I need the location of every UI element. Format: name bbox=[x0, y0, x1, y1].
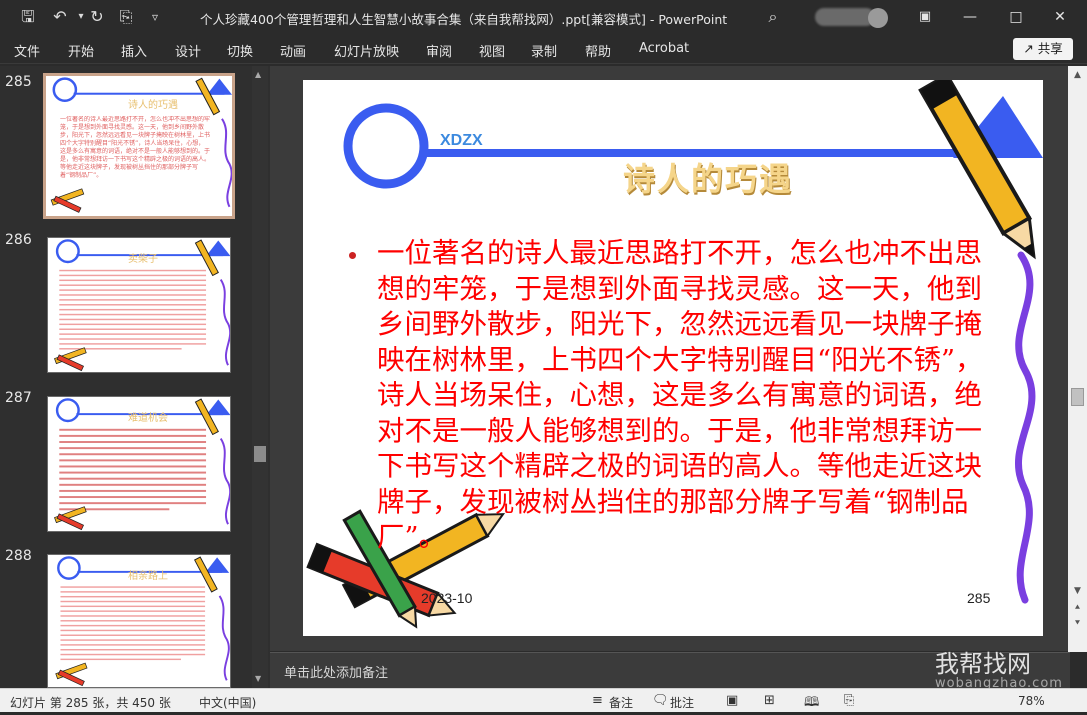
share-icon: ↗ bbox=[1023, 41, 1038, 56]
present-icon[interactable]: ⎘ bbox=[116, 7, 136, 27]
current-slide[interactable]: XDZX 诗人的巧遇 一位著名的诗人最近思路打不开，怎么也冲不出思想的牢笼，于是… bbox=[303, 80, 1043, 636]
thumb-slide-286[interactable]: 卖柴子 bbox=[47, 237, 231, 373]
slide-body-text[interactable]: 一位著名的诗人最近思路打不开，怎么也冲不出思想的牢笼，于是想到外面寻找灵感。这一… bbox=[377, 236, 992, 556]
scroll-thumb[interactable] bbox=[1071, 388, 1084, 406]
slideshow-view-icon[interactable]: ⎘ bbox=[844, 693, 854, 708]
tab-file[interactable]: 文件 bbox=[14, 41, 40, 60]
redo-icon[interactable]: ↻ bbox=[87, 7, 107, 27]
status-bar: 幻灯片 第 285 张，共 450 张 中文(中国) ≡ 备注 🗨 批注 ▣ ⊞… bbox=[0, 688, 1087, 712]
purple-squiggle-shape bbox=[1015, 251, 1036, 604]
thumb-number: 287 bbox=[5, 390, 32, 406]
thumb-title: 相亲路上 bbox=[128, 571, 168, 582]
slide-sorter-icon[interactable]: ⊞ bbox=[764, 693, 775, 708]
notes-icon[interactable]: ≡ bbox=[592, 693, 603, 708]
scroll-down-icon[interactable]: ▼ bbox=[1072, 586, 1083, 597]
watermark-text: 我帮找网 bbox=[935, 650, 1031, 678]
thumb-number: 288 bbox=[5, 548, 32, 564]
previous-slide-icon[interactable]: ⯅ bbox=[1072, 603, 1083, 614]
tab-insert[interactable]: 插入 bbox=[121, 41, 147, 60]
thumb-slide-285[interactable]: 诗人的巧遇 一位著名的诗人最近思路打不开，怎么也冲不出思想的牢笼，于是想到外面寻… bbox=[43, 73, 235, 219]
notes-placeholder[interactable]: 单击此处添加备注 bbox=[284, 662, 388, 681]
slide-page-number: 285 bbox=[967, 590, 991, 606]
tab-acrobat[interactable]: Acrobat bbox=[639, 41, 689, 56]
share-label: 共享 bbox=[1037, 41, 1063, 56]
tab-transitions[interactable]: 切换 bbox=[227, 41, 253, 60]
thumb-title: 诗人的巧遇 bbox=[128, 100, 178, 111]
language-status[interactable]: 中文(中国) bbox=[199, 694, 256, 711]
tab-design[interactable]: 设计 bbox=[175, 41, 201, 60]
search-icon[interactable]: ⌕ bbox=[763, 7, 783, 27]
undo-icon[interactable]: ↶ bbox=[50, 7, 70, 27]
thumbnail-scrollbar[interactable]: ▲ ▼ bbox=[252, 66, 268, 688]
ribbon-tabs: 文件 开始 插入 设计 切换 动画 幻灯片放映 审阅 视图 录制 帮助 Acro… bbox=[0, 34, 1087, 64]
thumb-title: 难道机会 bbox=[128, 413, 168, 424]
thumb-slide-288[interactable]: 相亲路上 bbox=[47, 554, 231, 688]
tab-review[interactable]: 审阅 bbox=[426, 41, 452, 60]
notes-toggle-label[interactable]: 备注 bbox=[609, 694, 633, 711]
title-bar: 🖫 ↶ ▾ ↻ ⎘ ▿ 个人珍藏400个管理哲理和人生智慧小故事合集（来自我帮找… bbox=[0, 0, 1087, 34]
thumb-body: 一位著名的诗人最近思路打不开，怎么也冲不出思想的牢笼，于是想到外面寻找灵感。这一… bbox=[60, 116, 210, 179]
zoom-level[interactable]: 78% bbox=[1018, 694, 1045, 708]
thumb-number: 285 bbox=[5, 74, 32, 90]
slide-thumbnail-pane[interactable]: 285 诗人的巧遇 一位著名的诗人最近思路打不开，怎么也冲不出思想的牢笼，于是想… bbox=[0, 66, 270, 688]
thumb-title: 卖柴子 bbox=[128, 254, 158, 265]
scroll-up-icon[interactable]: ▲ bbox=[1072, 70, 1083, 81]
bullet-dot bbox=[349, 252, 356, 259]
tab-slideshow[interactable]: 幻灯片放映 bbox=[334, 41, 399, 60]
scroll-down-icon[interactable]: ▼ bbox=[255, 674, 265, 684]
window-title: 个人珍藏400个管理哲理和人生智慧小故事合集（来自我帮找网）.ppt[兼容模式]… bbox=[200, 12, 728, 27]
save-icon[interactable]: 🖫 bbox=[18, 7, 38, 27]
tab-view[interactable]: 视图 bbox=[479, 41, 505, 60]
tab-record[interactable]: 录制 bbox=[531, 41, 557, 60]
ribbon-display-icon[interactable]: ▣ bbox=[905, 4, 945, 30]
tab-help[interactable]: 帮助 bbox=[585, 41, 611, 60]
scroll-thumb[interactable] bbox=[254, 446, 266, 462]
next-slide-icon[interactable]: ⯆ bbox=[1072, 619, 1083, 630]
minimize-icon[interactable]: — bbox=[950, 4, 990, 30]
close-icon[interactable]: ✕ bbox=[1040, 4, 1080, 30]
comments-toggle-label[interactable]: 批注 bbox=[670, 694, 694, 711]
thumb-number: 286 bbox=[5, 232, 32, 248]
share-button[interactable]: ↗ 共享 bbox=[1013, 38, 1073, 60]
editor-scrollbar[interactable]: ▲ ▼ ⯅ ⯆ bbox=[1068, 66, 1087, 652]
avatar[interactable] bbox=[868, 8, 888, 28]
slide-date: 2023-10 bbox=[421, 590, 473, 606]
thumb-slide-287[interactable]: 难道机会 bbox=[47, 396, 231, 532]
user-name-blurred[interactable] bbox=[815, 8, 875, 26]
maximize-icon[interactable]: □ bbox=[996, 4, 1036, 30]
tab-home[interactable]: 开始 bbox=[68, 41, 94, 60]
comments-icon[interactable]: 🗨 bbox=[652, 693, 669, 708]
blue-ring-shape bbox=[343, 103, 429, 189]
slide-title[interactable]: 诗人的巧遇 bbox=[623, 154, 793, 200]
slide-logo-text: XDZX bbox=[440, 132, 483, 149]
slide-count-status: 幻灯片 第 285 张，共 450 张 bbox=[10, 696, 171, 710]
normal-view-icon[interactable]: ▣ bbox=[726, 693, 738, 708]
tab-animations[interactable]: 动画 bbox=[280, 41, 306, 60]
scroll-up-icon[interactable]: ▲ bbox=[255, 70, 265, 80]
customize-icon[interactable]: ▿ bbox=[145, 7, 165, 27]
